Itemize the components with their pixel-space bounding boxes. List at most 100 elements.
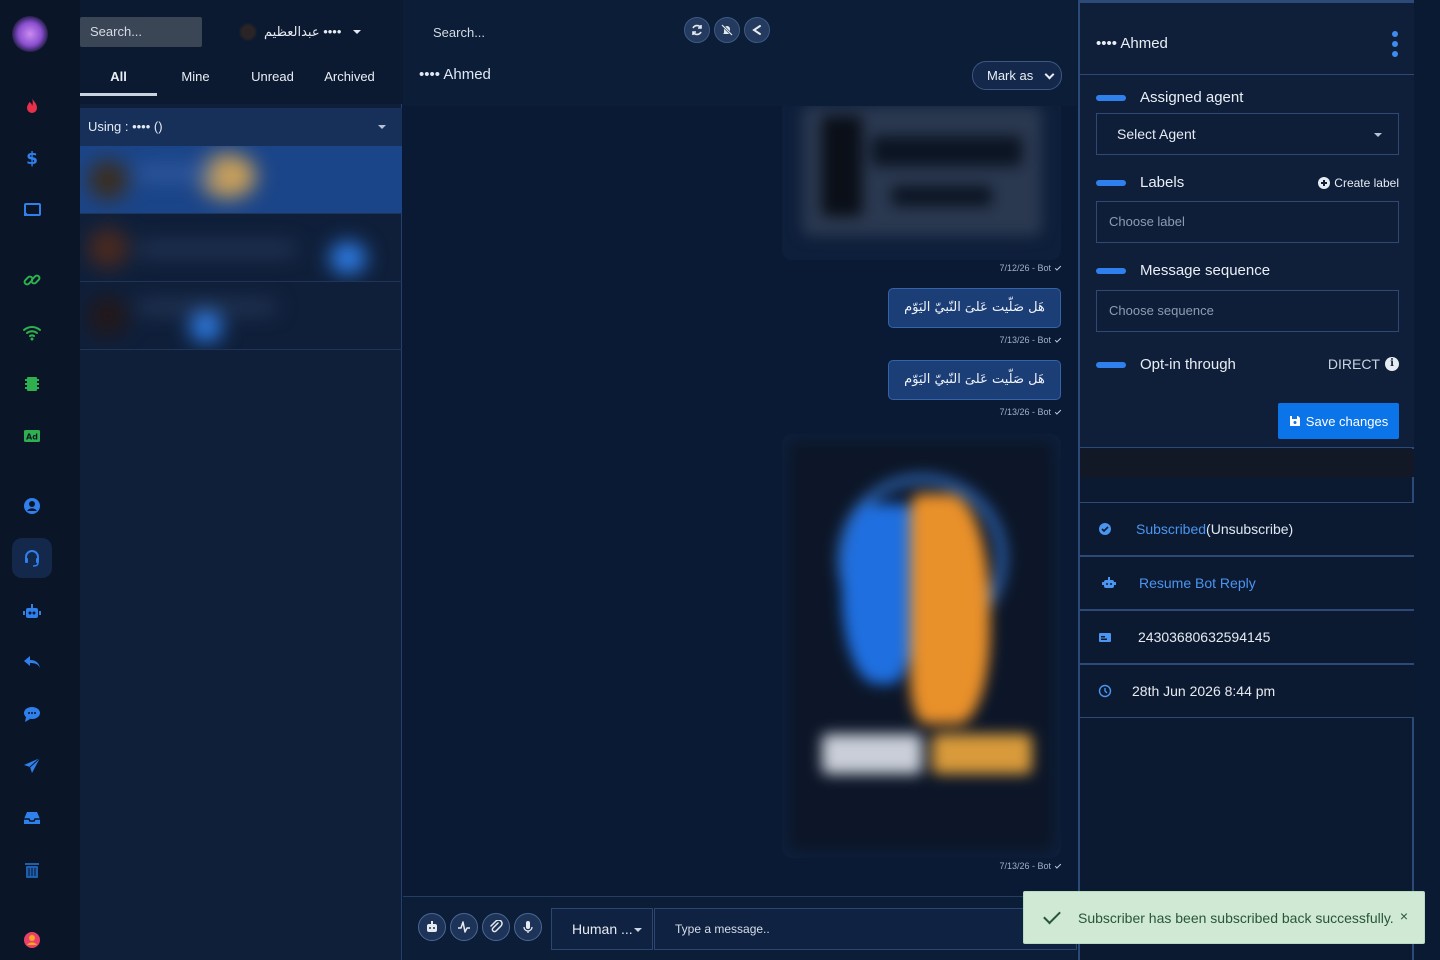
using-filter-select[interactable]: Using : •••• () bbox=[80, 108, 402, 146]
check-icon bbox=[1043, 906, 1061, 925]
app-logo[interactable] bbox=[12, 16, 48, 52]
subscribed-at: 28th Jun 2026 8:44 pm bbox=[1132, 683, 1276, 699]
tab-unread[interactable]: Unread bbox=[234, 62, 311, 96]
subscriber-card: •••• Ahmed Assigned agent Select Agent L… bbox=[1080, 0, 1414, 448]
optin-label: Opt-in through bbox=[1096, 356, 1236, 373]
message-timestamp: 7/13/26 - Bot bbox=[999, 335, 1062, 345]
message-sequence-label: Message sequence bbox=[1096, 262, 1270, 279]
pulse-button[interactable] bbox=[450, 913, 478, 941]
image-thumbnail bbox=[782, 106, 1061, 260]
account-name: عبدالعظيم •••• bbox=[264, 24, 342, 39]
profile-icon[interactable] bbox=[12, 920, 52, 960]
agent-select-value: Select Agent bbox=[1117, 126, 1196, 142]
share-button[interactable] bbox=[744, 17, 770, 43]
more-options-icon[interactable] bbox=[1392, 31, 1398, 57]
optin-value: DIRECT i bbox=[1328, 356, 1399, 372]
save-changes-button[interactable]: Save changes bbox=[1278, 403, 1399, 439]
subscriber-name: •••• Ahmed bbox=[1096, 35, 1168, 52]
mark-as-label: Mark as bbox=[987, 68, 1034, 83]
fire-icon[interactable] bbox=[12, 86, 52, 126]
image-thumbnail bbox=[782, 434, 1061, 858]
text-message-bubble[interactable]: هَل صَلّيت عَلىَ النّبيّ اليَوّم bbox=[888, 288, 1061, 328]
robot-icon[interactable] bbox=[12, 592, 52, 632]
checkmark-icon bbox=[1054, 861, 1062, 869]
headset-icon[interactable] bbox=[12, 538, 52, 578]
subscribed-at-row: 28th Jun 2026 8:44 pm bbox=[1080, 664, 1414, 718]
reply-icon[interactable] bbox=[12, 642, 52, 682]
link-icon[interactable] bbox=[12, 260, 52, 300]
microphone-button[interactable] bbox=[514, 913, 542, 941]
message-timestamp: 7/12/26 - Bot bbox=[999, 263, 1062, 273]
sequence-input[interactable]: Choose sequence bbox=[1096, 290, 1399, 332]
text-message-bubble[interactable]: هَل صَلّيت عَلىَ النّبيّ اليَوّم bbox=[888, 360, 1061, 400]
wifi-icon[interactable] bbox=[12, 312, 52, 352]
account-avatar bbox=[240, 24, 256, 40]
info-icon[interactable]: i bbox=[1385, 357, 1399, 371]
resume-bot-reply-link[interactable]: Resume Bot Reply bbox=[1139, 575, 1256, 591]
checkmark-icon bbox=[1054, 263, 1062, 271]
tab-all[interactable]: All bbox=[80, 62, 157, 96]
message-input[interactable]: Type a message.. bbox=[654, 908, 1077, 950]
success-toast: Subscriber has been subscribed back succ… bbox=[1023, 891, 1425, 944]
attachment-button[interactable] bbox=[482, 913, 510, 941]
conversation-tabs: All Mine Unread Archived bbox=[80, 62, 402, 96]
cast-icon[interactable] bbox=[12, 190, 52, 230]
inbox-icon[interactable] bbox=[12, 798, 52, 838]
plus-circle-icon bbox=[1318, 177, 1331, 189]
chevron-down-icon bbox=[353, 30, 362, 34]
unsubscribe-link[interactable]: (Unsubscribe) bbox=[1206, 521, 1293, 537]
trash-icon[interactable] bbox=[12, 850, 52, 890]
subscribed-link[interactable]: Subscribed bbox=[1136, 521, 1206, 537]
subscriber-id: 24303680632594145 bbox=[1138, 629, 1271, 645]
agent-select[interactable]: Select Agent bbox=[1096, 113, 1399, 155]
dollar-icon[interactable]: $ bbox=[12, 138, 52, 178]
image-message[interactable] bbox=[782, 434, 1061, 858]
create-label-link[interactable]: Create label bbox=[1318, 176, 1399, 190]
chip-icon[interactable] bbox=[12, 364, 52, 404]
label-pill-icon bbox=[1096, 94, 1126, 101]
mute-notifications-button[interactable] bbox=[714, 17, 740, 43]
send-icon[interactable] bbox=[12, 746, 52, 786]
chevron-down-icon bbox=[1044, 69, 1055, 80]
chat-icon[interactable] bbox=[12, 694, 52, 734]
reply-mode-select[interactable]: Human ... bbox=[551, 908, 653, 950]
ad-icon[interactable]: Ad bbox=[12, 416, 52, 456]
tab-mine[interactable]: Mine bbox=[157, 62, 234, 96]
close-icon[interactable]: × bbox=[1400, 908, 1408, 924]
user-circle-icon[interactable] bbox=[12, 486, 52, 526]
clock-icon bbox=[1080, 684, 1130, 698]
account-switcher[interactable]: عبدالعظيم •••• bbox=[240, 22, 362, 42]
id-card-icon bbox=[1080, 630, 1130, 644]
list-header: Search... عبدالعظيم •••• All Mine Unread… bbox=[80, 0, 402, 104]
svg-text:$: $ bbox=[26, 149, 38, 168]
image-message[interactable] bbox=[782, 106, 1061, 260]
check-circle-icon bbox=[1080, 522, 1130, 536]
chevron-down-icon bbox=[1374, 133, 1382, 137]
labels-label: Labels bbox=[1096, 174, 1184, 191]
subscriber-details-panel: •••• Ahmed Assigned agent Select Agent L… bbox=[1078, 0, 1414, 960]
checkmark-icon bbox=[1054, 335, 1062, 343]
divider bbox=[1080, 74, 1414, 75]
mark-as-dropdown[interactable]: Mark as bbox=[972, 61, 1062, 90]
chat-contact-name: •••• Ahmed bbox=[419, 66, 491, 83]
resume-bot-row[interactable]: Resume Bot Reply bbox=[1080, 556, 1414, 610]
checkmark-icon bbox=[1054, 407, 1062, 415]
conversation-item[interactable] bbox=[80, 214, 402, 282]
label-pill-icon bbox=[1096, 267, 1126, 274]
chevron-down-icon bbox=[634, 928, 642, 932]
refresh-button[interactable] bbox=[684, 17, 710, 43]
message-timestamp: 7/13/26 - Bot bbox=[999, 861, 1062, 871]
conversation-item[interactable] bbox=[80, 146, 402, 214]
svg-text:Ad: Ad bbox=[26, 433, 38, 442]
message-composer: Human ... Type a message.. bbox=[403, 896, 1077, 960]
chevron-down-icon bbox=[378, 125, 386, 129]
reply-mode-label: Human ... bbox=[572, 921, 633, 937]
bot-reply-button[interactable] bbox=[418, 913, 446, 941]
spacer bbox=[1080, 449, 1414, 477]
chat-panel: Search... •••• Ahmed Mark as 7/12/26 - B… bbox=[403, 0, 1077, 960]
chat-search-input[interactable]: Search... bbox=[433, 25, 485, 40]
conversation-search-input[interactable]: Search... bbox=[80, 17, 202, 47]
conversation-item[interactable] bbox=[80, 282, 402, 350]
tab-archived[interactable]: Archived bbox=[311, 62, 388, 96]
label-input[interactable]: Choose label bbox=[1096, 201, 1399, 243]
